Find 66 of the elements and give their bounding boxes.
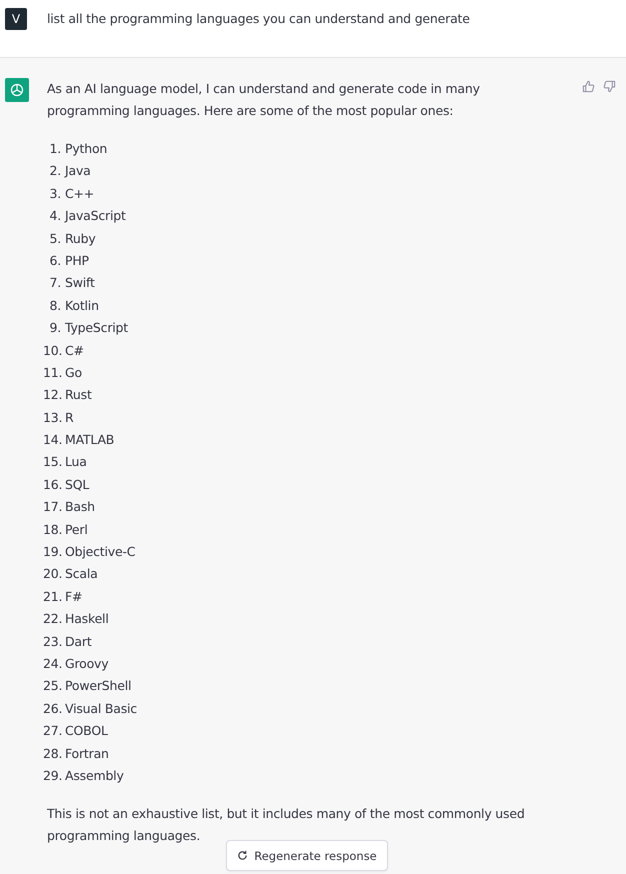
language-name: Perl bbox=[65, 520, 88, 539]
regenerate-button[interactable]: Regenerate response bbox=[226, 840, 388, 871]
language-name: Java bbox=[65, 162, 91, 180]
list-number: 10. bbox=[43, 342, 61, 360]
list-number: 15. bbox=[43, 453, 61, 472]
language-name: Swift bbox=[65, 274, 95, 292]
list-number: 21. bbox=[43, 588, 61, 606]
list-number: 17. bbox=[43, 498, 61, 516]
assistant-logo-icon bbox=[5, 78, 29, 102]
list-number: 5. bbox=[48, 230, 61, 248]
language-name: Haskell bbox=[65, 610, 109, 628]
list-number: 22. bbox=[43, 610, 61, 628]
language-name: COBOL bbox=[65, 722, 108, 740]
list-number: 11. bbox=[43, 364, 61, 382]
list-number: 6. bbox=[48, 252, 61, 270]
thumbs-up-icon[interactable] bbox=[582, 80, 595, 93]
language-name: Groovy bbox=[65, 654, 108, 673]
language-name: PowerShell bbox=[65, 677, 132, 696]
list-number: 3. bbox=[48, 184, 61, 203]
language-name: Lua bbox=[65, 453, 87, 472]
response-text: As an AI language model, I can understand and generate code in many programming languages. Here are some of the most popular ones: bbox=[47, 80, 481, 120]
list-number: 28. bbox=[43, 744, 61, 763]
language-name: SQL bbox=[65, 476, 90, 494]
language-name: Go bbox=[65, 364, 82, 382]
language-name: Python bbox=[65, 140, 108, 158]
list-number: 23. bbox=[43, 632, 61, 651]
language-name: Scala bbox=[65, 565, 98, 584]
thumbs-down-icon[interactable] bbox=[603, 80, 616, 93]
list-number: 14. bbox=[43, 431, 61, 450]
language-name: R bbox=[65, 408, 74, 427]
language-name: Kotlin bbox=[65, 296, 99, 315]
list-number: 29. bbox=[43, 766, 61, 785]
language-name: MATLAB bbox=[65, 431, 114, 450]
list-number: 18. bbox=[43, 520, 61, 539]
language-name: C# bbox=[65, 342, 84, 360]
language-name: Visual Basic bbox=[65, 700, 137, 718]
language-name: Assembly bbox=[65, 766, 124, 785]
language-name: TypeScript bbox=[65, 319, 128, 338]
refresh-icon bbox=[237, 850, 248, 861]
list-number: 24. bbox=[43, 654, 61, 673]
list-number: 26. bbox=[43, 700, 61, 718]
language-name: Rust bbox=[65, 386, 92, 404]
list-number: 12. bbox=[43, 386, 61, 404]
list-number: 8. bbox=[48, 296, 61, 315]
language-name: Dart bbox=[65, 632, 92, 651]
language-name: Objective-C bbox=[65, 543, 136, 562]
language-name: PHP bbox=[65, 252, 89, 270]
list-number: 13. bbox=[43, 408, 61, 427]
language-name: Fortran bbox=[65, 744, 109, 763]
list-number: 9. bbox=[48, 319, 61, 338]
list-number: 25. bbox=[43, 677, 61, 696]
language-name: Bash bbox=[65, 498, 95, 516]
language-name: F# bbox=[65, 588, 82, 606]
user-avatar: V bbox=[5, 8, 27, 30]
language-name: JavaScript bbox=[65, 207, 126, 226]
list-number: 16. bbox=[43, 476, 61, 494]
language-name: Ruby bbox=[65, 230, 96, 248]
list-number: 4. bbox=[48, 207, 61, 226]
language-name: C++ bbox=[65, 184, 94, 203]
list-number: 27. bbox=[43, 722, 61, 740]
list-number: 1. bbox=[48, 140, 61, 158]
list-number: 7. bbox=[48, 274, 61, 292]
user-message: list all the programming languages you can understand and generate bbox=[47, 10, 470, 28]
list-number: 19. bbox=[43, 543, 61, 562]
list-number: 2. bbox=[48, 162, 61, 180]
list-number: 20. bbox=[43, 565, 61, 584]
